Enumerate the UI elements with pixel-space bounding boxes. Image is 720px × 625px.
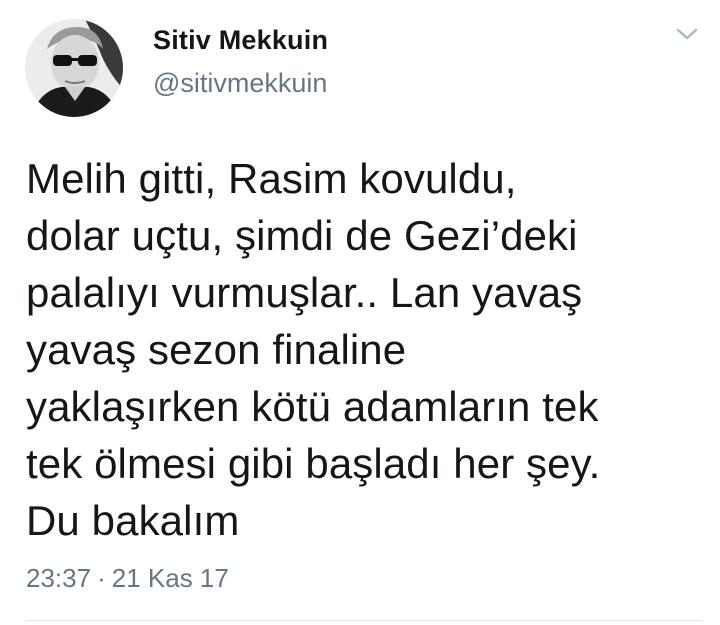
author-header: Sitiv Mekkuin @sitivmekkuin (153, 22, 328, 101)
tweet-text-line: Melih gitti, Rasim kovuldu, (26, 155, 517, 202)
tweet-text-line: tek ölmesi gibi başladı her şey. (26, 440, 601, 487)
tweet-time: 23:37 (26, 563, 92, 593)
author-handle[interactable]: @sitivmekkuin (153, 65, 328, 101)
tweet-text-line: yaklaşırken kötü adamların tek (26, 383, 599, 430)
tweet-text: Melih gitti, Rasim kovuldu, dolar uçtu, … (26, 150, 706, 549)
divider (26, 620, 702, 621)
tweet-text-line: Du bakalım (26, 497, 240, 544)
tweet-text-line: dolar uçtu, şimdi de Gezi’deki (26, 212, 578, 259)
tweet-date: 21 Kas 17 (111, 563, 229, 593)
tweet-card: Sitiv Mekkuin @sitivmekkuin Melih gitti,… (0, 0, 720, 625)
tweet-text-line: yavaş sezon finaline (26, 326, 407, 373)
tweet-text-line: palalıyı vurmuşlar.. Lan yavaş (26, 269, 583, 316)
avatar[interactable] (25, 19, 123, 117)
tweet-timestamp[interactable]: 23:37 · 21 Kas 17 (26, 560, 229, 596)
meta-separator: · (97, 563, 106, 593)
author-display-name[interactable]: Sitiv Mekkuin (153, 22, 328, 58)
avatar-image (25, 19, 123, 117)
chevron-down-icon[interactable] (674, 24, 700, 44)
